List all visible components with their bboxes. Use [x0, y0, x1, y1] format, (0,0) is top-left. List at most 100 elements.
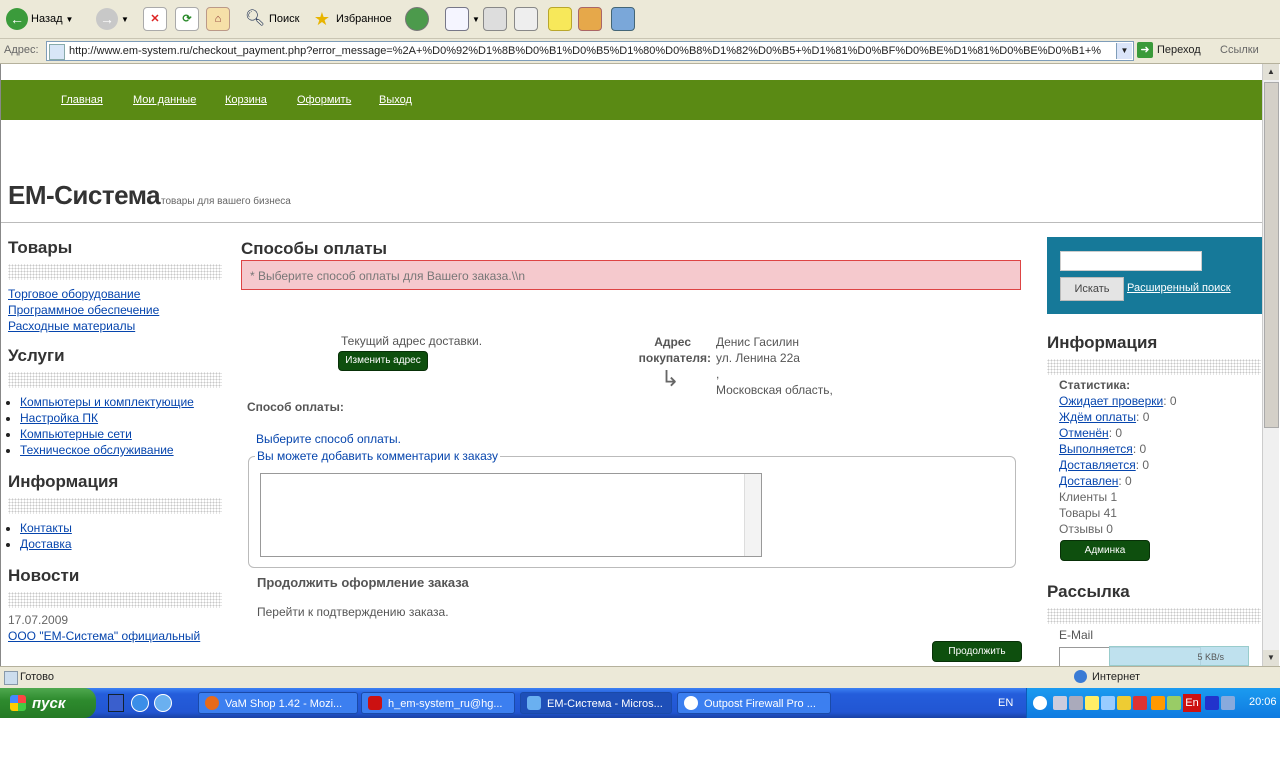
- stat-row: Ждём оплаты: 0: [1059, 410, 1150, 424]
- task-outpost[interactable]: Outpost Firewall Pro ...: [677, 692, 831, 714]
- outlook-icon[interactable]: [154, 694, 172, 712]
- service-link[interactable]: Компьютеры и комплектующие: [20, 395, 194, 409]
- links-button[interactable]: Ссылки: [1220, 44, 1259, 56]
- chevron-down-icon: ▼: [65, 14, 74, 24]
- tray-network-icon[interactable]: [1053, 696, 1067, 710]
- arrow-pointer-icon: ↳: [661, 366, 680, 391]
- scroll-up-icon[interactable]: ▲: [1263, 64, 1279, 80]
- favorites-button[interactable]: ★ Избранное: [311, 6, 392, 32]
- back-arrow-icon: ←: [6, 8, 28, 30]
- url-input[interactable]: http://www.em-system.ru/checkout_payment…: [46, 41, 1134, 61]
- desktop-margin: [0, 718, 1280, 768]
- forward-arrow-icon: →: [96, 8, 118, 30]
- tray-app-icon[interactable]: [1205, 696, 1219, 710]
- nav-home[interactable]: Главная: [61, 94, 103, 106]
- tray-app-icon[interactable]: [1101, 696, 1115, 710]
- stat-awaiting-payment-link[interactable]: Ждём оплаты: [1059, 410, 1136, 424]
- history-button[interactable]: [405, 6, 429, 32]
- forward-button[interactable]: → ▼: [96, 6, 129, 32]
- messenger-button[interactable]: [578, 6, 602, 32]
- globe-icon: [1074, 670, 1087, 683]
- contacts-link[interactable]: Контакты: [20, 521, 72, 535]
- goods-heading: Товары: [8, 238, 73, 257]
- status-text: Готово: [20, 671, 54, 683]
- tray-network-icon[interactable]: [1069, 696, 1083, 710]
- nav-cart[interactable]: Корзина: [225, 94, 267, 106]
- left-column: Товары Торговое оборудование Программное…: [8, 238, 222, 644]
- stat-row: Доставлен: 0: [1059, 474, 1132, 488]
- home-button[interactable]: ⌂: [206, 6, 230, 32]
- mail-icon: [445, 7, 469, 31]
- task-ie-active[interactable]: EM-Система - Micros...: [520, 692, 672, 714]
- info-sidebar-heading: Информация: [1047, 333, 1158, 352]
- comments-textarea[interactable]: [260, 473, 762, 557]
- delivery-link[interactable]: Доставка: [20, 537, 72, 551]
- tray-app-icon[interactable]: [1221, 696, 1235, 710]
- category-link[interactable]: Торговое оборудование: [8, 287, 140, 301]
- save-icon[interactable]: [108, 694, 124, 712]
- tray-shield-icon[interactable]: [1133, 696, 1147, 710]
- stat-delivered-link[interactable]: Доставлен: [1059, 474, 1118, 488]
- task-filezilla[interactable]: h_em-system_ru@hg...: [361, 692, 515, 714]
- start-button[interactable]: пуск: [0, 688, 96, 718]
- search-submit-button[interactable]: Искать: [1060, 277, 1124, 301]
- service-link[interactable]: Техническое обслуживание: [20, 443, 174, 457]
- nav-my-data[interactable]: Мои данные: [133, 94, 196, 106]
- buyer-address-label: Адрес покупателя:: [638, 335, 711, 365]
- printer-icon: [483, 7, 507, 31]
- search-box: Искать Расширенный поиск: [1047, 237, 1263, 314]
- stop-button[interactable]: ✕: [143, 6, 167, 32]
- search-button[interactable]: 🔍︎ Поиск: [244, 6, 300, 32]
- download-button[interactable]: [611, 6, 635, 32]
- mail-button[interactable]: ▼: [445, 6, 480, 32]
- nav-logout[interactable]: Выход: [379, 94, 412, 106]
- page-scrollbar[interactable]: ▲ ▼: [1262, 64, 1279, 666]
- stat-cancelled-link[interactable]: Отменён: [1059, 426, 1109, 440]
- category-link[interactable]: Программное обеспечение: [8, 303, 159, 317]
- tray-app-icon[interactable]: [1167, 696, 1181, 710]
- ie-icon[interactable]: [131, 694, 149, 712]
- stat-shipping-link[interactable]: Доставляется: [1059, 458, 1136, 472]
- advanced-search-link[interactable]: Расширенный поиск: [1127, 282, 1231, 294]
- back-button[interactable]: ← Назад ▼: [6, 6, 73, 32]
- keyboard-layout-indicator[interactable]: En: [1183, 694, 1201, 712]
- scroll-down-icon[interactable]: ▼: [1263, 650, 1279, 666]
- edit-button[interactable]: [514, 6, 538, 32]
- tray-clock-icon[interactable]: [1085, 696, 1099, 710]
- page-icon: [49, 44, 65, 60]
- task-firefox[interactable]: VaM Shop 1.42 - Mozi...: [198, 692, 358, 714]
- stat-pending-link[interactable]: Ожидает проверки: [1059, 394, 1163, 408]
- category-link[interactable]: Расходные материалы: [8, 319, 135, 333]
- tray-app-icon[interactable]: [1117, 696, 1131, 710]
- tray-app-icon[interactable]: [1151, 696, 1165, 710]
- notes-button[interactable]: [548, 6, 572, 32]
- refresh-icon: ⟳: [175, 7, 199, 31]
- textarea-scrollbar[interactable]: [744, 474, 761, 556]
- go-arrow-icon: ➜: [1137, 42, 1153, 58]
- chevron-down-icon[interactable]: ▼: [1116, 43, 1132, 59]
- dotted-divider: [8, 264, 222, 280]
- status-bar: Готово Интернет: [0, 666, 1280, 689]
- admin-button[interactable]: Админка: [1060, 540, 1150, 561]
- print-button[interactable]: [483, 6, 507, 32]
- news-link[interactable]: ООО "EM-Система" официальный: [8, 629, 200, 643]
- list-item: Компьютеры и комплектующие: [20, 394, 222, 410]
- scroll-thumb[interactable]: [1264, 82, 1279, 428]
- nav-checkout[interactable]: Оформить: [297, 94, 351, 106]
- language-indicator[interactable]: EN: [998, 697, 1013, 709]
- change-address-button[interactable]: Изменить адрес: [338, 351, 428, 371]
- continue-button[interactable]: Продолжить: [932, 641, 1022, 662]
- site-brand[interactable]: EM-Система: [8, 180, 161, 211]
- stat-processing-link[interactable]: Выполняется: [1059, 442, 1133, 456]
- dotted-divider: [1047, 608, 1261, 624]
- go-button[interactable]: ➜ Переход: [1137, 42, 1201, 58]
- chevron-down-icon: ▼: [472, 14, 480, 24]
- search-input[interactable]: [1060, 251, 1202, 271]
- service-link[interactable]: Настройка ПК: [20, 411, 98, 425]
- zone-text: Интернет: [1092, 671, 1140, 683]
- refresh-button[interactable]: ⟳: [175, 6, 199, 32]
- service-link[interactable]: Компьютерные сети: [20, 427, 132, 441]
- newsletter-heading: Рассылка: [1047, 582, 1130, 601]
- list-item: Техническое обслуживание: [20, 442, 222, 458]
- tray-arrow-icon[interactable]: [1033, 696, 1047, 710]
